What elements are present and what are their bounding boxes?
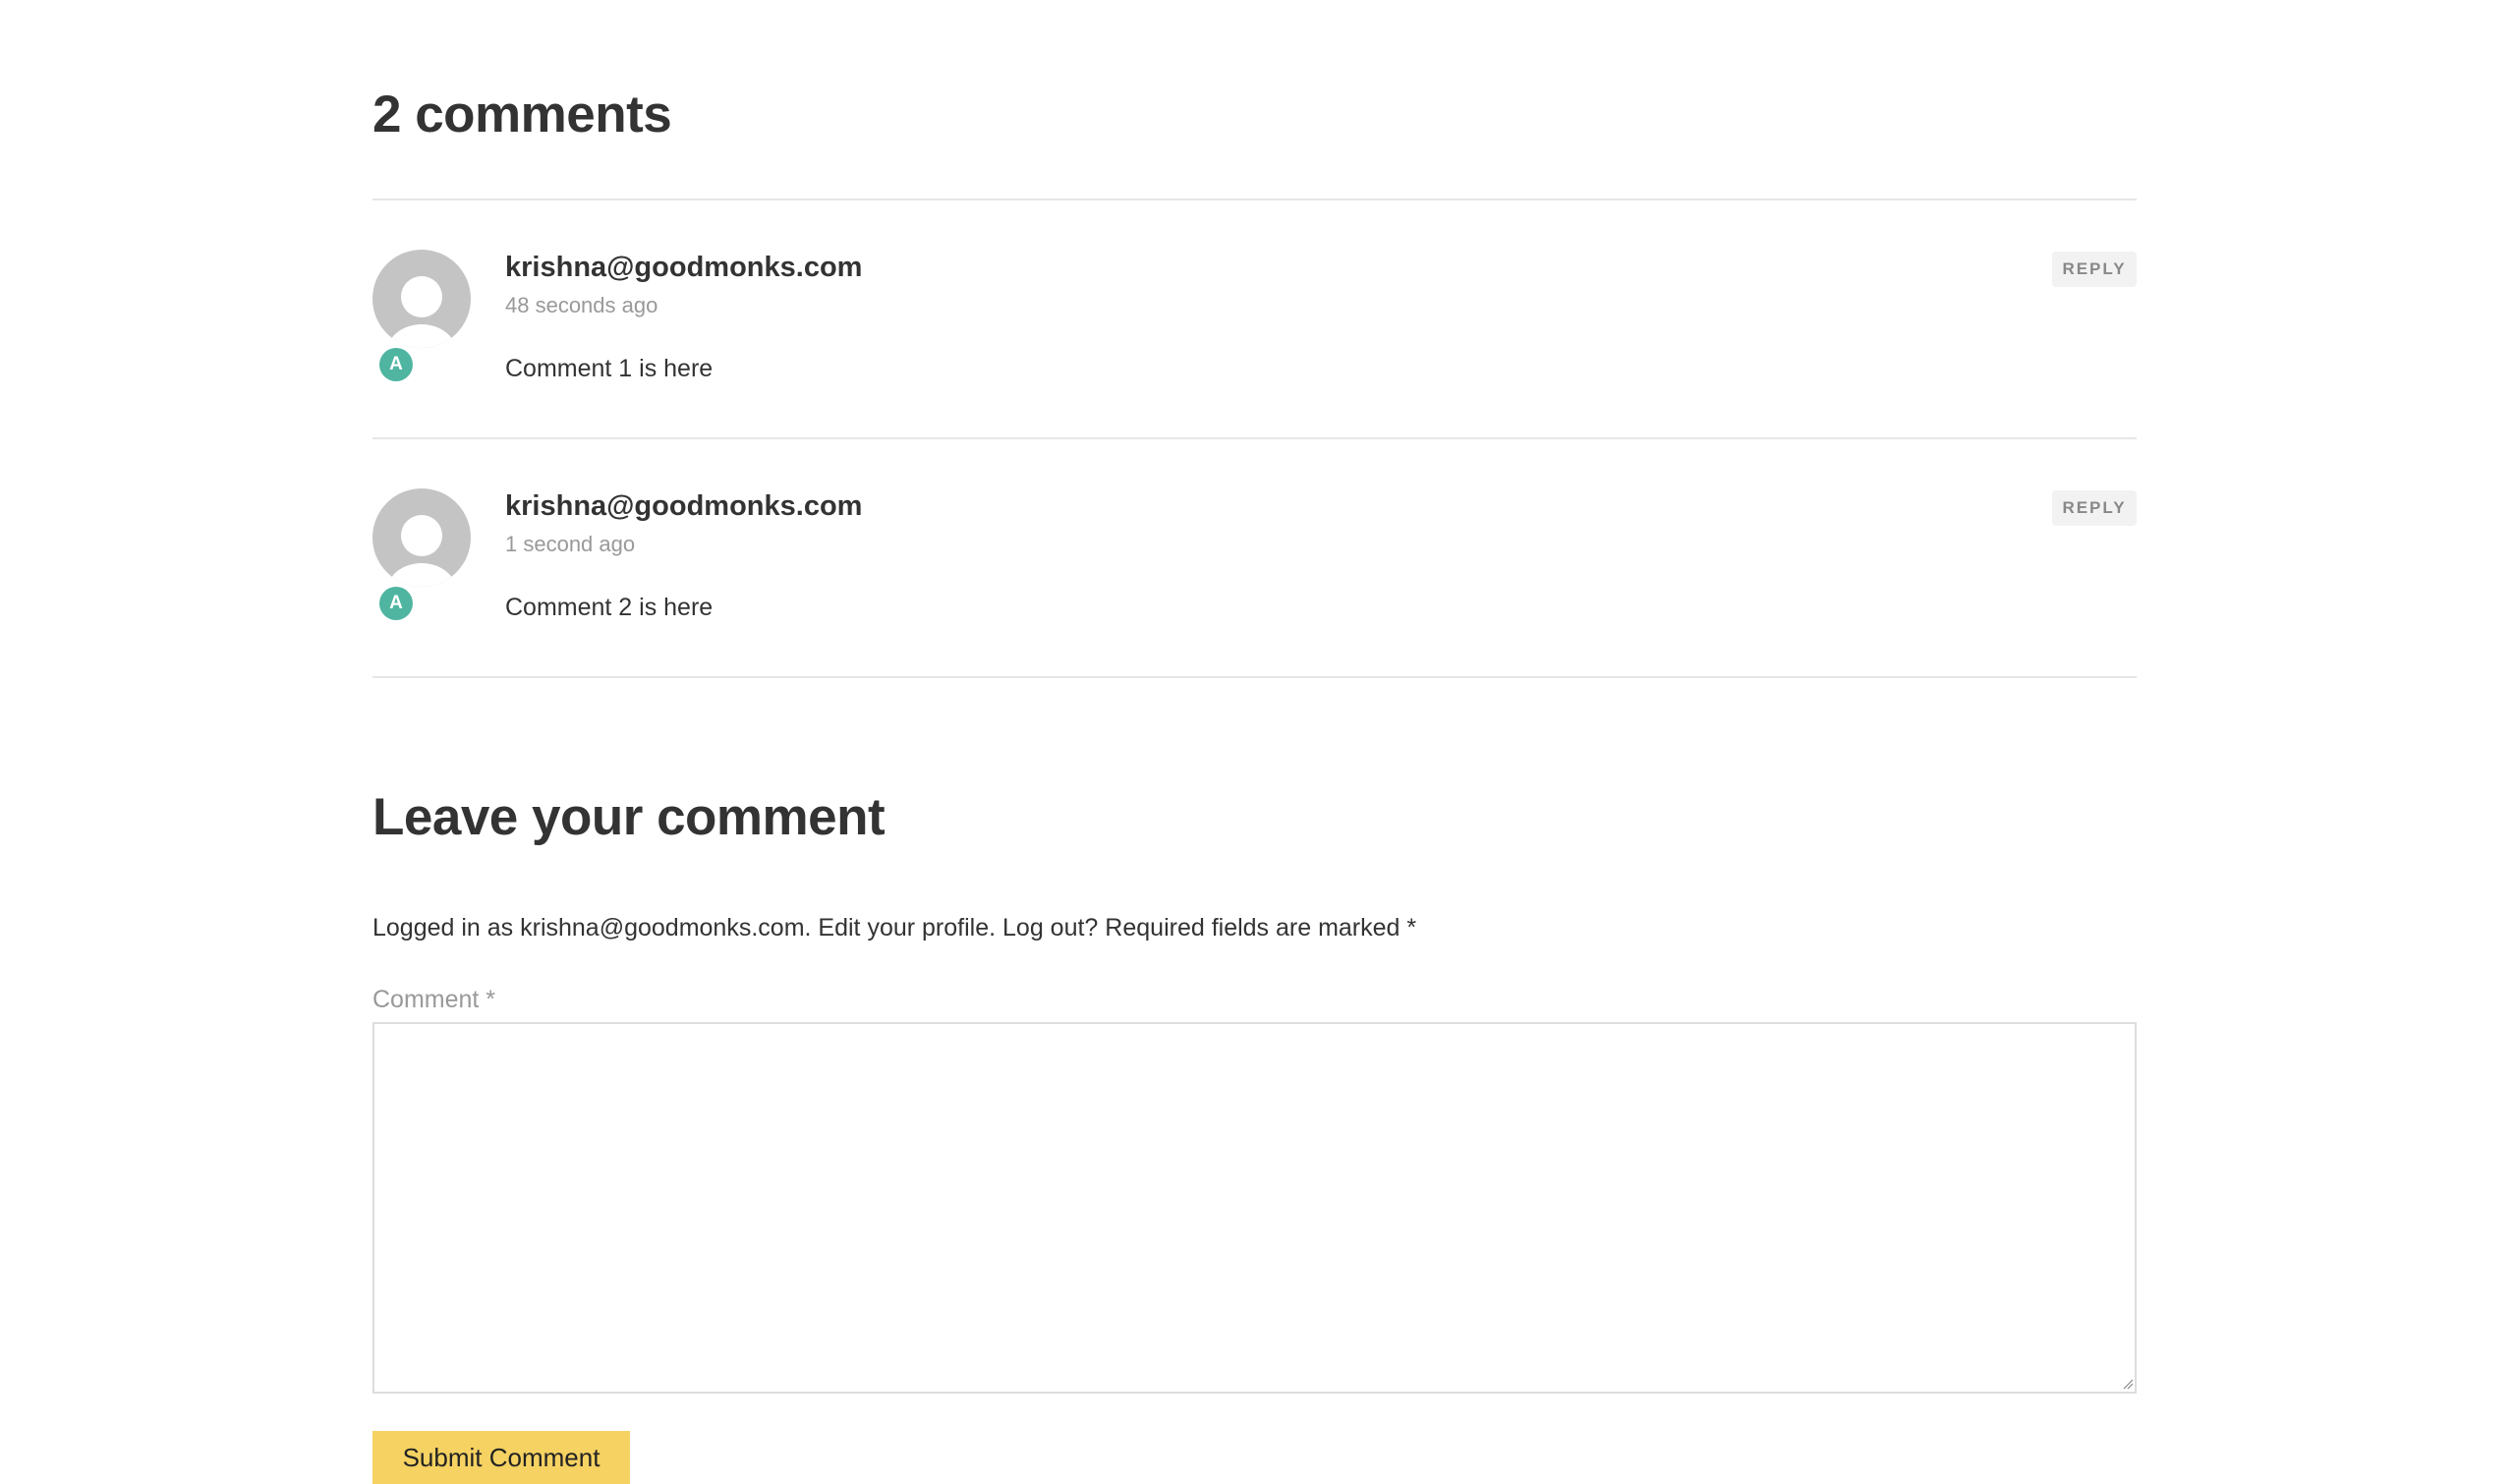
author-badge: A <box>379 587 413 620</box>
comment-text: Comment 2 is here <box>505 594 714 621</box>
logged-in-notice: Logged in as krishna@goodmonks.com. Edit… <box>372 911 1416 944</box>
comment-textarea[interactable] <box>372 1022 2137 1394</box>
comment-item: A krishna@goodmonks.com 1 second ago Com… <box>372 488 2137 685</box>
edit-profile-link[interactable]: Edit your profile. <box>818 914 996 942</box>
comment-item: A krishna@goodmonks.com 48 seconds ago C… <box>372 250 2137 446</box>
comment-time[interactable]: 48 seconds ago <box>505 291 658 320</box>
required-fields-note: Required fields are marked <box>1105 914 1401 942</box>
divider <box>372 199 2137 200</box>
comment-time[interactable]: 1 second ago <box>505 530 635 559</box>
resize-handle-icon[interactable] <box>2122 1378 2134 1390</box>
comment-field-label: Comment * <box>372 986 496 1013</box>
reply-button[interactable]: REPLY <box>2052 252 2137 287</box>
avatar-icon <box>372 250 471 348</box>
required-marker: * <box>1406 914 1417 942</box>
leave-comment-heading: Leave your comment <box>372 788 886 846</box>
reply-button[interactable]: REPLY <box>2052 490 2137 526</box>
comment-text: Comment 1 is here <box>505 355 714 382</box>
divider <box>372 676 2137 678</box>
comment-author: krishna@goodmonks.com <box>505 252 863 283</box>
avatar-icon <box>372 488 471 587</box>
log-out-link[interactable]: Log out? <box>1002 914 1098 942</box>
comments-count-heading: 2 comments <box>372 86 672 143</box>
divider <box>372 437 2137 439</box>
logged-in-user-link[interactable]: Logged in as krishna@goodmonks.com. <box>372 914 811 942</box>
author-badge: A <box>379 348 413 381</box>
submit-comment-button[interactable]: Submit Comment <box>372 1431 630 1484</box>
comment-author: krishna@goodmonks.com <box>505 490 863 522</box>
